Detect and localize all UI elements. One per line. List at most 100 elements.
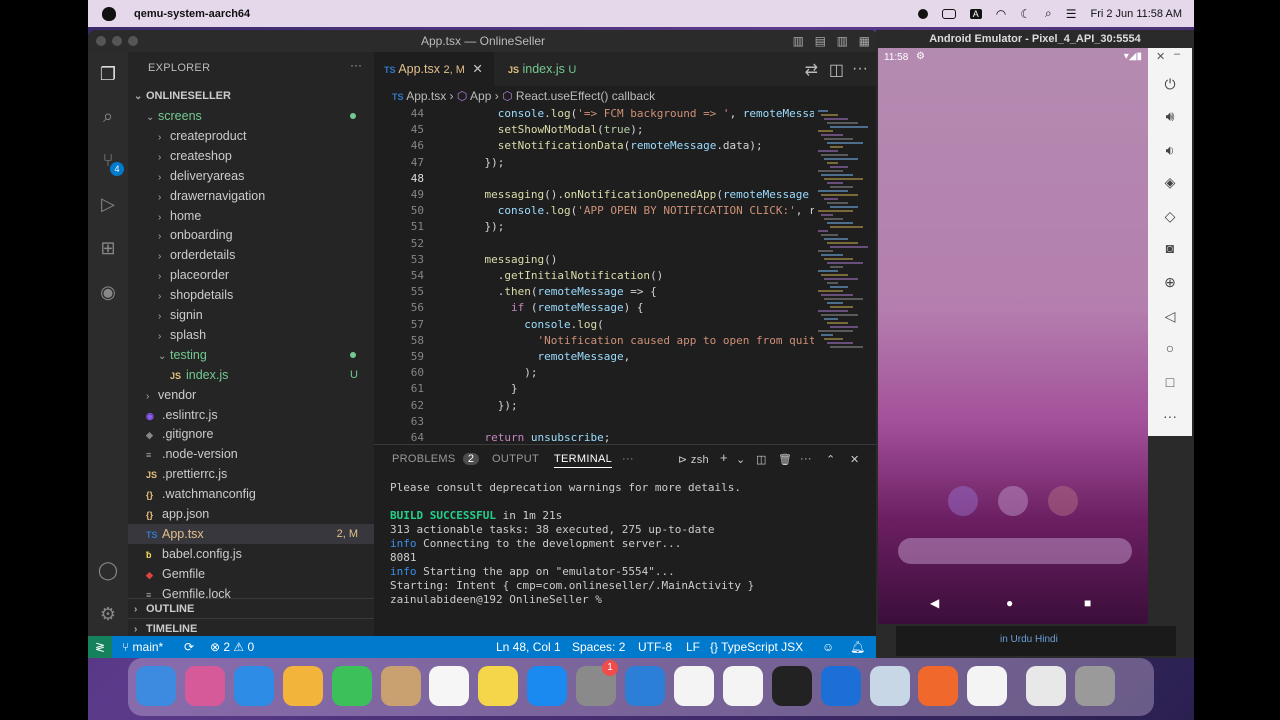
maximize-panel-icon[interactable]: ⌃: [826, 453, 836, 466]
minimap[interactable]: [814, 106, 874, 444]
problems-status[interactable]: ⊗ 2 ⚠ 0: [210, 636, 254, 658]
code-line[interactable]: 47 });: [374, 155, 814, 171]
run-debug-icon[interactable]: ▷: [96, 192, 120, 216]
trash-dock-icon[interactable]: [1075, 666, 1116, 706]
tree-folder[interactable]: › orderdetails: [128, 245, 374, 265]
app-store-dock-icon[interactable]: [527, 666, 568, 706]
tree-folder[interactable]: › signin: [128, 305, 374, 325]
breadcrumb-component[interactable]: App: [470, 89, 491, 103]
tab-app-tsx[interactable]: TS App.tsx 2, M ✕: [374, 52, 494, 86]
branch-status[interactable]: ⑂ main*: [122, 636, 163, 658]
google-search-bar[interactable]: [898, 538, 1132, 564]
overview-icon[interactable]: □: [1160, 372, 1180, 392]
explorer-more-icon[interactable]: ···: [350, 58, 362, 72]
toggle-panel-icon[interactable]: ▤: [815, 30, 826, 52]
github-icon[interactable]: ◉: [96, 280, 120, 304]
rotate-left-icon[interactable]: ◈: [1160, 172, 1180, 192]
outline-section[interactable]: › OUTLINE: [128, 598, 374, 618]
search-icon[interactable]: ⌕: [96, 104, 120, 128]
customize-layout-icon[interactable]: ▦: [859, 30, 870, 52]
timeline-section[interactable]: › TIMELINE: [128, 618, 374, 638]
power-icon[interactable]: ⏻: [1160, 74, 1180, 94]
close-panel-icon[interactable]: ✕: [850, 453, 860, 466]
terminal-shell-selector[interactable]: ⊳ zsh: [678, 453, 709, 466]
preview-dock-icon[interactable]: [869, 666, 910, 706]
split-terminal-icon[interactable]: ◫: [756, 453, 767, 466]
panel-more-icon[interactable]: ···: [800, 453, 812, 465]
close-tab-icon[interactable]: ✕: [472, 62, 482, 76]
toggle-sidebar-icon[interactable]: ▥: [793, 30, 804, 52]
more-icon[interactable]: ···: [1160, 406, 1180, 426]
notifications-bell-icon[interactable]: 🔔︎: [850, 636, 865, 658]
tree-folder[interactable]: › drawernavigation: [128, 186, 374, 206]
android-studio-dock-icon[interactable]: [967, 666, 1008, 706]
encoding[interactable]: UTF-8: [638, 636, 672, 658]
pencil-dock-icon[interactable]: [918, 666, 959, 706]
xcode-dock-icon[interactable]: [820, 666, 861, 706]
apple-icon[interactable]: [102, 6, 116, 21]
finder-dock-icon[interactable]: [136, 666, 176, 706]
line-endings[interactable]: LF: [686, 636, 700, 658]
nav-overview-icon[interactable]: ■: [1084, 596, 1091, 610]
terminal-dock-icon[interactable]: [771, 666, 812, 706]
code-line[interactable]: 51 });: [374, 219, 814, 235]
tab-problems[interactable]: PROBLEMS 2: [392, 453, 480, 465]
active-app-name[interactable]: qemu-system-aarch64: [134, 8, 250, 20]
tree-folder[interactable]: › deliveryareas: [128, 166, 374, 186]
zoom-window-button[interactable]: [128, 36, 138, 46]
code-line[interactable]: 50 console.log('APP OPEN BY NOTIFICATION…: [374, 203, 814, 219]
code-line[interactable]: 63: [374, 414, 814, 430]
keyboard-input-icon[interactable]: A: [969, 8, 982, 19]
compare-changes-icon[interactable]: ⇄: [805, 60, 818, 80]
accounts-icon[interactable]: ◯: [96, 558, 120, 582]
tree-file[interactable]: ƀ babel.config.js: [128, 544, 374, 564]
tree-file[interactable]: ◉ .eslintrc.js: [128, 405, 374, 425]
android-screen[interactable]: 11:58 ⚙ ▾◢▮ ◀ ● ■: [878, 48, 1148, 624]
documents-dock-icon[interactable]: [1026, 666, 1067, 706]
tree-file[interactable]: ◆ Gemfile: [128, 564, 374, 584]
play-store-icon[interactable]: [998, 486, 1028, 516]
code-line[interactable]: 62 });: [374, 398, 814, 414]
safari-dock-icon[interactable]: [233, 666, 274, 706]
code-line[interactable]: 60 );: [374, 365, 814, 381]
tree-folder[interactable]: ⌄ testing: [128, 345, 374, 365]
nav-home-icon[interactable]: ●: [1006, 596, 1013, 610]
rotate-right-icon[interactable]: ◇: [1160, 206, 1180, 226]
tree-file[interactable]: ≡ .node-version: [128, 444, 374, 464]
toggle-secondary-sidebar-icon[interactable]: ▥: [837, 30, 848, 52]
code-editor[interactable]: 44 console.log('=> FCM background => ', …: [374, 106, 814, 444]
menubar-clock[interactable]: Fri 2 Jun 11:58 AM: [1090, 8, 1182, 20]
code-line[interactable]: 46 setNotificationData(remoteMessage.dat…: [374, 138, 814, 154]
tree-folder[interactable]: › createproduct: [128, 126, 374, 146]
indentation[interactable]: Spaces: 2: [572, 636, 625, 658]
code-line[interactable]: 54 .getInitialNotification(): [374, 268, 814, 284]
tree-file[interactable]: JS .prettierrc.js: [128, 464, 374, 484]
project-root[interactable]: ⌄ ONLINESELLER: [128, 86, 374, 106]
chrome-icon[interactable]: [1048, 486, 1078, 516]
wifi-icon[interactable]: ◠: [996, 7, 1006, 21]
tree-folder[interactable]: ⌄ screens: [128, 106, 374, 126]
record-icon[interactable]: [917, 8, 928, 19]
phone-app-icon[interactable]: [948, 486, 978, 516]
notes-dock-icon[interactable]: [478, 666, 519, 706]
extensions-icon[interactable]: ⊞: [96, 236, 120, 260]
manage-gear-icon[interactable]: ⚙: [96, 602, 120, 626]
panel-more-icon[interactable]: ···: [622, 453, 634, 465]
code-line[interactable]: 64 return unsubscribe;: [374, 430, 814, 444]
language-mode[interactable]: {} TypeScript JSX: [710, 636, 803, 658]
editor-more-icon[interactable]: ···: [852, 60, 868, 78]
code-line[interactable]: 53 messaging(): [374, 252, 814, 268]
sync-icon[interactable]: ⟳: [184, 636, 194, 658]
chevron-down-icon[interactable]: ⌄: [736, 453, 746, 466]
code-line[interactable]: 57 console.log(: [374, 317, 814, 333]
home-icon[interactable]: ○: [1160, 338, 1180, 358]
minimize-emulator-icon[interactable]: –: [1174, 48, 1180, 60]
tree-folder[interactable]: › placeorder: [128, 265, 374, 285]
code-line[interactable]: 49 messaging().onNotificationOpenedApp(r…: [374, 187, 814, 203]
camera-icon[interactable]: ◙: [1160, 238, 1180, 258]
feedback-icon[interactable]: ☺: [822, 636, 834, 658]
tree-folder[interactable]: › home: [128, 206, 374, 226]
tree-folder[interactable]: › splash: [128, 325, 374, 345]
code-line[interactable]: 45 setShowNotModal(true);: [374, 122, 814, 138]
facetime-dock-icon[interactable]: [331, 666, 372, 706]
